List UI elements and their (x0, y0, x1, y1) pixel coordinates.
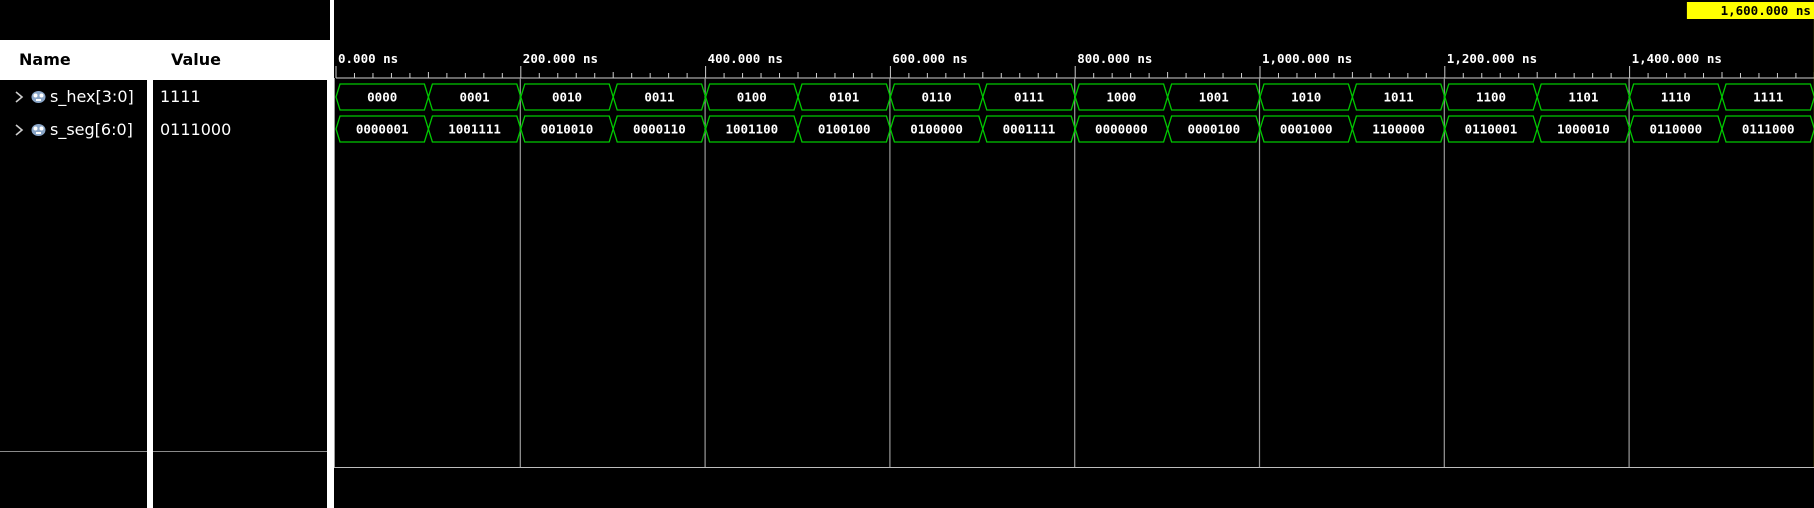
bus-value: 0000000 (1095, 122, 1148, 137)
bus-value: 1101 (1568, 90, 1598, 105)
bus-value: 0111000 (1742, 122, 1795, 137)
bus-value: 1010 (1291, 90, 1321, 105)
time-ruler[interactable]: 0.000 ns 200.000 ns 400.000 ns 600.000 ns 80… (335, 51, 1814, 79)
bus-value: 0000 (367, 90, 397, 105)
value-column-header[interactable]: Value (153, 40, 327, 80)
signal-row[interactable]: s_seg[6:0] 0111000 (0, 115, 327, 145)
name-header-label: Name (19, 50, 71, 69)
divider (0, 451, 147, 452)
waveform-bottom-border (334, 467, 1814, 468)
signal-value: 0111000 (160, 120, 232, 139)
bus-value: 0110 (922, 90, 952, 105)
bus-value: 1110 (1661, 90, 1691, 105)
ruler-tick-label: 0.000 ns (338, 51, 398, 66)
bus-value: 0011 (644, 90, 674, 105)
bus-value: 1111 (1753, 90, 1783, 105)
signal-row[interactable]: s_hex[3:0] 1111 (0, 82, 327, 112)
name-column-header[interactable]: Name (0, 40, 147, 80)
ruler-tick-label: 1,400.000 ns (1632, 51, 1722, 66)
bus-value: 1000010 (1557, 122, 1610, 137)
bus-value: 0001 (460, 90, 490, 105)
signal-name: s_hex[3:0] (50, 87, 134, 106)
value-header-label: Value (171, 50, 222, 69)
ruler-tick-label: 200.000 ns (523, 51, 598, 66)
bus-value: 0110001 (1465, 122, 1518, 137)
divider (153, 451, 327, 452)
bus-value: 0001000 (1280, 122, 1333, 137)
bus-value: 0000001 (356, 122, 409, 137)
bus-value: 0001111 (1003, 122, 1056, 137)
bus-value: 0000110 (633, 122, 686, 137)
bus-signal-icon (31, 124, 46, 136)
bus-value: 1001 (1199, 90, 1229, 105)
ruler-tick-label: 600.000 ns (892, 51, 967, 66)
signal-list-pane: Name Value s_hex[3:0] 1111 s_seg[6:0] 01… (0, 0, 327, 508)
bus-value: 0110000 (1649, 122, 1702, 137)
column-splitter[interactable] (147, 40, 153, 508)
ruler-tick-label: 800.000 ns (1077, 51, 1152, 66)
bus-value: 1100 (1476, 90, 1506, 105)
bus-value: 0101 (829, 90, 859, 105)
cursor-time-label: 1,600.000 ns (1721, 3, 1811, 18)
bus-value: 0100100 (818, 122, 871, 137)
bus-value: 1000 (1106, 90, 1136, 105)
ruler-tick-label: 1,000.000 ns (1262, 51, 1352, 66)
signal-name: s_seg[6:0] (50, 120, 133, 139)
ruler-tick-label: 1,200.000 ns (1447, 51, 1537, 66)
waveform-viewer[interactable]: 0.000 ns 200.000 ns 400.000 ns 600.000 ns 80… (334, 0, 1814, 508)
bus-value: 1100000 (1372, 122, 1425, 137)
grid-lines (334, 78, 1630, 467)
signal-value: 1111 (160, 87, 201, 106)
chevron-right-icon[interactable] (12, 121, 26, 139)
bus-value: 0100000 (910, 122, 963, 137)
chevron-right-icon[interactable] (12, 88, 26, 106)
bus-value: 1001100 (725, 122, 778, 137)
bus-value: 1011 (1384, 90, 1414, 105)
bus-value: 1001111 (448, 122, 501, 137)
bus-signal-icon (31, 91, 46, 103)
bus-value: 0100 (737, 90, 767, 105)
ruler-tick-label: 400.000 ns (708, 51, 783, 66)
bus-value: 0000100 (1187, 122, 1240, 137)
bus-value: 0111 (1014, 90, 1044, 105)
bus-value: 0010010 (541, 122, 594, 137)
bus-value: 0010 (552, 90, 582, 105)
